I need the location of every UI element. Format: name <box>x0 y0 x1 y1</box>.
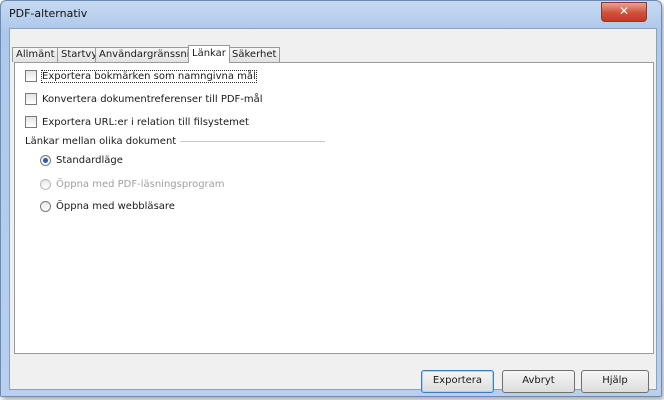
export-bookmarks-option[interactable]: Exportera bokmärken som namngivna mål <box>25 68 257 84</box>
pdf-reader-option[interactable]: Öppna med PDF-läsningsprogram <box>40 176 225 192</box>
export-urls-label: Exportera URL:er i relation till filsyst… <box>42 116 249 128</box>
links-tab-panel: Exportera bokmärken som namngivna mål Ko… <box>14 62 654 354</box>
dialog-client-area: Allmänt Startvy Användargränssnitt Länka… <box>9 28 657 393</box>
export-button[interactable]: Exportera <box>421 370 494 393</box>
close-button[interactable]: ✕ <box>601 2 647 22</box>
export-urls-checkbox[interactable] <box>25 116 37 128</box>
standard-mode-option[interactable]: Standardläge <box>40 152 123 168</box>
title-bar[interactable]: PDF-alternativ ✕ <box>1 1 661 27</box>
standard-mode-label: Standardläge <box>56 154 123 166</box>
window-title: PDF-alternativ <box>9 7 88 20</box>
close-icon: ✕ <box>618 4 630 18</box>
tab-security[interactable]: Säkerhet <box>228 47 281 62</box>
tab-user-interface[interactable]: Användargränssnitt <box>95 47 202 62</box>
cancel-button[interactable]: Avbryt <box>502 370 575 393</box>
convert-references-option[interactable]: Konvertera dokumentreferenser till PDF-m… <box>25 91 263 107</box>
browser-option[interactable]: Öppna med webbläsare <box>40 198 175 214</box>
pdf-reader-radio[interactable] <box>40 178 51 190</box>
convert-references-label: Konvertera dokumentreferenser till PDF-m… <box>42 93 263 105</box>
help-button[interactable]: Hjälp <box>581 370 649 393</box>
pdf-reader-label: Öppna med PDF-läsningsprogram <box>56 178 225 190</box>
browser-label: Öppna med webbläsare <box>56 200 175 212</box>
cross-document-links-heading: Länkar mellan olika dokument <box>25 136 177 147</box>
tab-links[interactable]: Länkar <box>188 45 230 63</box>
tab-general[interactable]: Allmänt <box>12 47 59 62</box>
window-frame: PDF-alternativ ✕ Allmänt Startvy Använda… <box>0 0 662 397</box>
group-divider <box>180 141 325 142</box>
pdf-options-dialog: PDF-alternativ ✕ Allmänt Startvy Använda… <box>0 0 664 400</box>
standard-mode-radio[interactable] <box>40 154 51 166</box>
export-bookmarks-label: Exportera bokmärken som namngivna mål <box>41 69 257 83</box>
browser-radio[interactable] <box>40 200 51 212</box>
export-bookmarks-checkbox[interactable] <box>25 70 37 82</box>
convert-references-checkbox[interactable] <box>25 93 37 105</box>
export-urls-option[interactable]: Exportera URL:er i relation till filsyst… <box>25 114 249 130</box>
cross-document-links-group: Länkar mellan olika dokument <box>25 136 325 147</box>
